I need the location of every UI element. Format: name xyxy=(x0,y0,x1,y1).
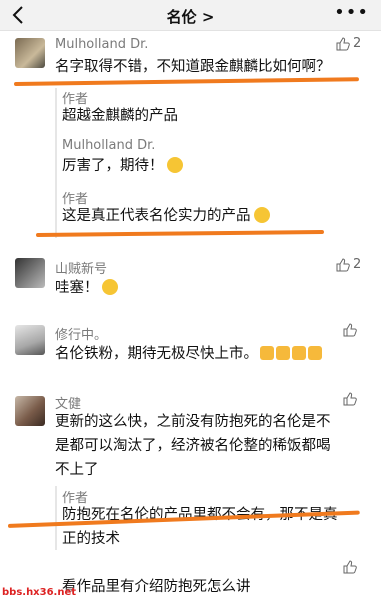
comment-text: 看作品里有介绍防抱死怎么讲 xyxy=(62,579,251,595)
nav-bar: 名伦 > ••• xyxy=(0,0,381,31)
thumbs-up-emoji-icon xyxy=(276,346,290,360)
like-button[interactable] xyxy=(343,392,357,406)
like-button[interactable]: 2 xyxy=(336,36,361,51)
like-button[interactable]: 2 xyxy=(336,257,361,272)
thumbs-up-emoji-icon xyxy=(260,346,274,360)
thumbs-up-emoji-icon xyxy=(308,346,322,360)
thumbs-up-icon xyxy=(336,36,350,50)
reply-text: 这是真正代表名伦实力的产品 xyxy=(62,204,270,228)
reply-text: 超越金麒麟的产品 xyxy=(62,108,178,124)
reply-text-line: 正的技术 xyxy=(62,531,120,547)
reply-thread xyxy=(55,88,57,238)
comment-text: 名字取得不错，不知道跟金麒麟比如何啊？ xyxy=(55,59,331,75)
reply-text: 厉害了，期待！ xyxy=(62,154,183,178)
page-title[interactable]: 名伦 > xyxy=(0,6,381,27)
reply-text-content: 厉害了，期待！ xyxy=(62,158,164,174)
comment-text-line: 不上了 xyxy=(55,462,99,478)
comment-text-line: 是都可以淘汰了，经济被名伦整的稀饭都喝 xyxy=(55,438,331,454)
comment-author[interactable]: 山贼新号 xyxy=(55,258,107,277)
like-count: 2 xyxy=(353,257,362,272)
grin-emoji-icon xyxy=(101,279,118,295)
watermark: bbs.hx36.net xyxy=(2,587,77,598)
like-button[interactable] xyxy=(343,323,357,337)
comment-author[interactable]: Mulholland Dr. xyxy=(55,37,148,52)
like-button[interactable] xyxy=(343,560,357,574)
thumbs-up-icon xyxy=(336,257,350,271)
reply-text-content: 这是真正代表名伦实力的产品 xyxy=(62,208,251,224)
reply-author[interactable]: Mulholland Dr. xyxy=(62,138,155,153)
thinking-emoji-icon xyxy=(166,157,183,173)
avatar[interactable] xyxy=(15,38,45,68)
thumbs-up-icon xyxy=(343,392,357,406)
more-dots-icon[interactable]: ••• xyxy=(334,2,369,23)
highlight-underline xyxy=(35,229,325,237)
thumbs-up-icon xyxy=(343,560,357,574)
smile-emoji-icon xyxy=(253,207,270,223)
comment-text: 哇塞！ xyxy=(55,276,118,300)
thumbs-up-emoji-icon xyxy=(292,346,306,360)
avatar[interactable] xyxy=(15,258,45,288)
comment-text: 名伦铁粉，期待无极尽快上市。 xyxy=(55,342,322,366)
reply-thread xyxy=(55,486,57,550)
like-count: 2 xyxy=(353,36,362,51)
avatar[interactable] xyxy=(15,325,45,355)
comment-text-line: 更新的这么快，之前没有防抱死的名伦是不 xyxy=(55,414,331,430)
thumbs-up-icon xyxy=(343,323,357,337)
comment-text-content: 名伦铁粉，期待无极尽快上市。 xyxy=(55,346,258,362)
avatar[interactable] xyxy=(15,396,45,426)
comment-text-content: 哇塞！ xyxy=(55,280,99,296)
comment-author[interactable]: 修行中。 xyxy=(55,324,107,343)
